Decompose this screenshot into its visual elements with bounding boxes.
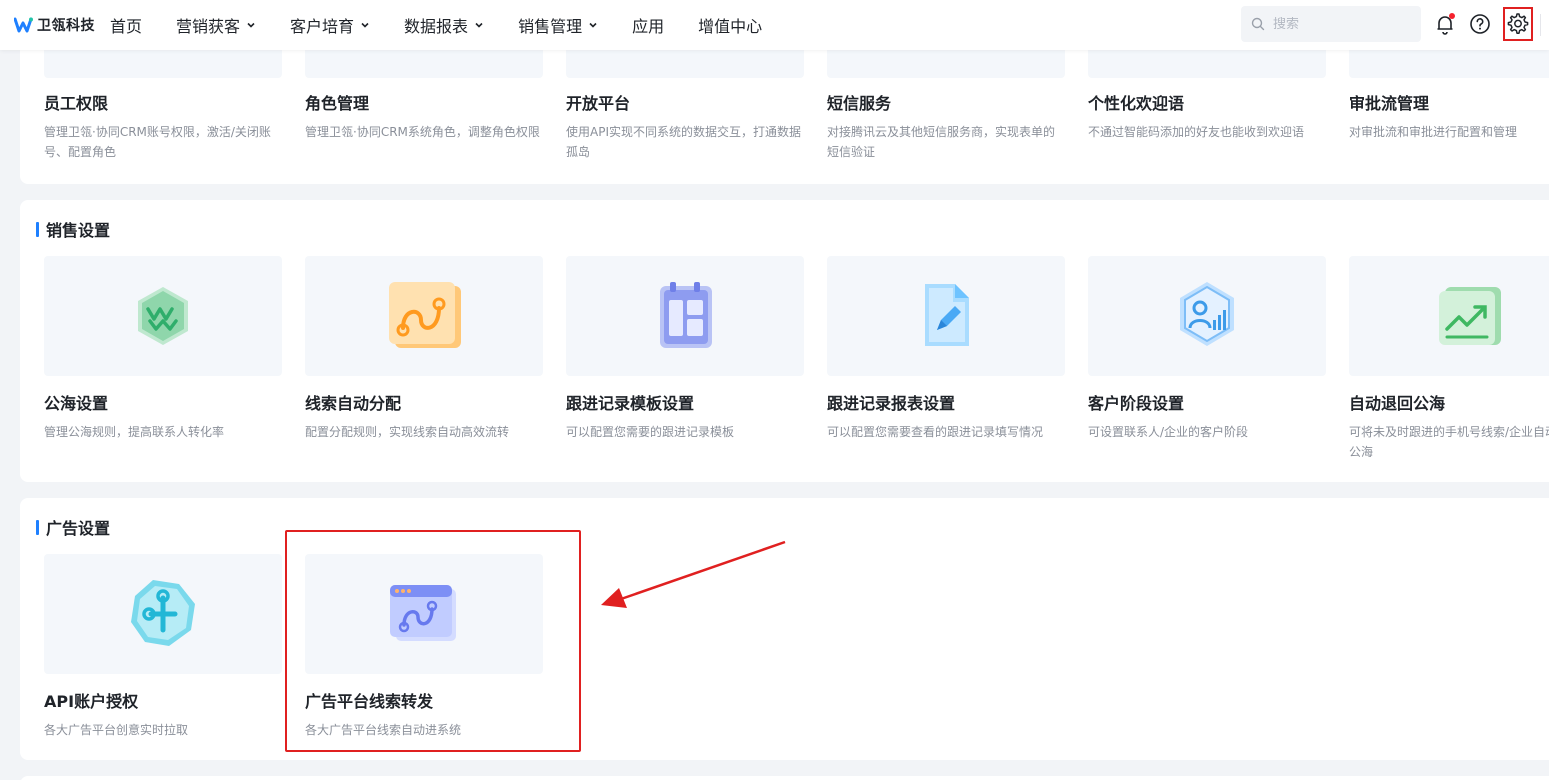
- section-title: 销售设置: [36, 217, 110, 241]
- card-desc: 对审批流和审批进行配置和管理: [1349, 125, 1518, 139]
- card-thumb: [44, 256, 282, 376]
- card-title: 短信服务: [827, 94, 892, 113]
- card-thumb: [44, 554, 282, 674]
- card-thumb: [1349, 256, 1549, 376]
- card-title: 客户阶段设置: [1088, 394, 1185, 413]
- card-sea-pool-settings[interactable]: 公海设置 管理公海规则，提高联系人转化率: [44, 256, 282, 442]
- notification-button[interactable]: [1433, 12, 1457, 36]
- card-desc: 管理卫瓴·协同CRM系统角色，调整角色权限: [305, 125, 540, 139]
- top-navbar: 卫瓴科技 首页 营销获客 客户培育 数据报表 销售管理 应用 增值中心: [0, 0, 1549, 50]
- card-thumb: [827, 256, 1065, 376]
- card-desc: 对接腾讯云及其他短信服务商，实现表单的短信验证: [827, 125, 1056, 159]
- card-title: 角色管理: [305, 94, 370, 113]
- sea-pool-icon: [138, 287, 188, 345]
- card-customer-stage[interactable]: 客户阶段设置 可设置联系人/企业的客户阶段: [1088, 256, 1326, 442]
- settings-button[interactable]: [1503, 7, 1533, 41]
- nav-label: 首页: [110, 17, 143, 36]
- nav-reports[interactable]: 数据报表: [404, 0, 484, 50]
- card-lead-auto-assign[interactable]: 线索自动分配 配置分配规则，实现线索自动高效流转: [305, 256, 543, 442]
- logo-text: 卫瓴科技: [37, 18, 95, 34]
- api-auth-icon: [131, 580, 195, 646]
- card-desc: 管理公海规则，提高联系人转化率: [44, 425, 225, 439]
- nav-sales[interactable]: 销售管理: [518, 0, 598, 50]
- card-title: 开放平台: [566, 94, 631, 113]
- nav-label: 销售管理: [518, 17, 583, 36]
- report-edit-icon: [925, 284, 969, 346]
- divider: [1540, 14, 1541, 36]
- card-api-account-auth[interactable]: API账户授权 各大广告平台创意实时拉取: [44, 554, 282, 740]
- search-box[interactable]: [1241, 6, 1421, 42]
- card-desc: 管理卫瓴·协同CRM账号权限，激活/关闭账号、配置角色: [44, 125, 271, 159]
- nav-label: 数据报表: [404, 17, 469, 36]
- route-icon: [389, 282, 461, 348]
- brand-logo[interactable]: 卫瓴科技: [14, 15, 95, 35]
- nav-label: 客户培育: [290, 17, 355, 36]
- chevron-down-icon: [361, 22, 369, 28]
- search-icon: [1251, 17, 1265, 31]
- card-followup-template[interactable]: 跟进记录模板设置 可以配置您需要的跟进记录模板: [566, 256, 804, 442]
- section-title: 广告设置: [36, 515, 110, 539]
- chevron-down-icon: [475, 22, 483, 28]
- card-desc: 可以配置您需要查看的跟进记录填写情况: [827, 425, 1044, 439]
- card-title: 审批流管理: [1349, 94, 1430, 113]
- card-title: 跟进记录报表设置: [827, 394, 956, 413]
- card-title: 个性化欢迎语: [1088, 94, 1185, 113]
- card-desc: 可设置联系人/企业的客户阶段: [1088, 425, 1249, 439]
- card-title: 公海设置: [44, 394, 109, 413]
- card-desc: 各大广告平台创意实时拉取: [44, 723, 189, 737]
- settings-gear-icon: [1507, 13, 1529, 34]
- card-thumb: [1088, 256, 1326, 376]
- logo-icon: [14, 17, 33, 33]
- next-panel-edge: [20, 776, 1549, 780]
- auto-return-icon: [1439, 287, 1501, 345]
- card-desc: 不通过智能码添加的好友也能收到欢迎语: [1088, 125, 1305, 139]
- card-thumb: [305, 256, 543, 376]
- nav-home[interactable]: 首页: [110, 0, 142, 50]
- card-desc: 使用API实现不同系统的数据交互，打通数据孤岛: [566, 125, 801, 159]
- card-title: 线索自动分配: [305, 394, 402, 413]
- customer-stage-icon: [1180, 282, 1234, 346]
- nav-nurture[interactable]: 客户培育: [290, 0, 370, 50]
- card-thumb: [566, 256, 804, 376]
- general-settings-panel: 员工权限 管理卫瓴·协同CRM账号权限，激活/关闭账号、配置角色 角色管理 管理…: [20, 30, 1549, 184]
- card-title: 自动退回公海: [1349, 394, 1446, 413]
- card-auto-return-sea[interactable]: 自动退回公海 可将未及时跟进的手机号线索/企业自动退回公海: [1349, 256, 1549, 462]
- main-nav: 首页 营销获客 客户培育 数据报表 销售管理 应用 增值中心: [110, 0, 796, 50]
- card-title: 跟进记录模板设置: [566, 394, 695, 413]
- template-icon: [660, 282, 712, 348]
- card-desc: 可将未及时跟进的手机号线索/企业自动退回公海: [1349, 425, 1549, 459]
- notification-dot: [1449, 13, 1455, 19]
- chevron-down-icon: [589, 22, 597, 28]
- highlight-box: [285, 530, 581, 752]
- nav-label: 应用: [632, 17, 665, 36]
- annotation-arrow-icon: [601, 540, 786, 608]
- help-icon: [1470, 14, 1490, 34]
- card-title: API账户授权: [44, 692, 139, 711]
- search-input[interactable]: [1273, 16, 1413, 32]
- nav-label: 增值中心: [698, 17, 763, 36]
- nav-label: 营销获客: [176, 17, 241, 36]
- nav-value-center[interactable]: 增值中心: [698, 0, 762, 50]
- nav-apps[interactable]: 应用: [632, 0, 664, 50]
- help-button[interactable]: [1468, 12, 1492, 36]
- chevron-down-icon: [247, 22, 255, 28]
- card-title: 员工权限: [44, 94, 109, 113]
- nav-marketing[interactable]: 营销获客: [176, 0, 256, 50]
- card-desc: 配置分配规则，实现线索自动高效流转: [305, 425, 510, 439]
- card-followup-report[interactable]: 跟进记录报表设置 可以配置您需要查看的跟进记录填写情况: [827, 256, 1065, 442]
- card-desc: 可以配置您需要的跟进记录模板: [566, 425, 735, 439]
- sales-settings-panel: 销售设置 公海设置 管理公海规则，提高联系人转化率 线索自动分配 配置分配规则，…: [20, 200, 1549, 482]
